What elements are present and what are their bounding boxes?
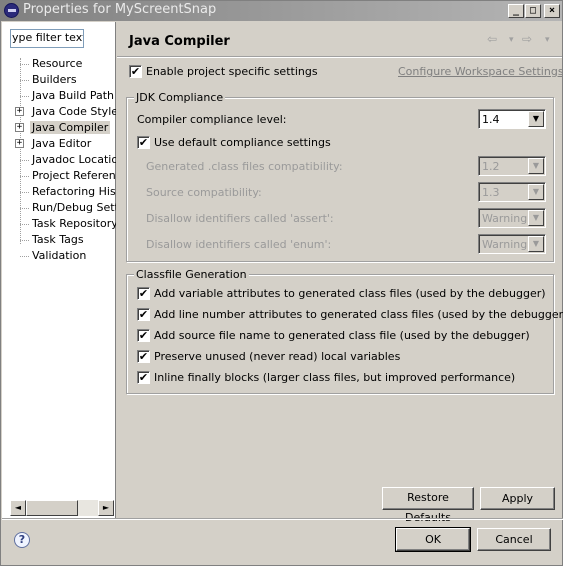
tree-item-label: Run/Debug Settings bbox=[32, 201, 116, 214]
forward-arrow-icon[interactable]: ⇨ bbox=[522, 32, 532, 46]
tree-item-task-tags[interactable]: Task Tags bbox=[2, 232, 116, 248]
class-compat-label: Generated .class files compatibility: bbox=[146, 160, 343, 173]
tree-item-builders[interactable]: Builders bbox=[2, 72, 116, 88]
close-button[interactable]: × bbox=[544, 4, 560, 18]
tree-item-label: Javadoc Location bbox=[32, 153, 116, 166]
configure-workspace-link[interactable]: Configure Workspace Settings... bbox=[398, 65, 563, 78]
scroll-thumb[interactable] bbox=[26, 500, 78, 516]
ok-button[interactable]: OK bbox=[395, 527, 471, 552]
tree-item-java-build-path[interactable]: Java Build Path bbox=[2, 88, 116, 104]
class-compat-value: 1.2 bbox=[482, 160, 500, 173]
tree-item-label: Java Compiler bbox=[30, 121, 111, 134]
scroll-right-icon[interactable]: ► bbox=[98, 500, 114, 516]
enum-identifier-value: Warning bbox=[482, 238, 528, 251]
variable-attributes-label: Add variable attributes to generated cla… bbox=[154, 287, 546, 300]
restore-defaults-button[interactable]: Restore Defaults bbox=[382, 487, 474, 524]
inline-finally-label: Inline finally blocks (larger class file… bbox=[154, 371, 516, 384]
tree-item-java-compiler[interactable]: + Java Compiler bbox=[2, 120, 116, 136]
tree-horizontal-scrollbar[interactable]: ◄ ► bbox=[10, 500, 114, 516]
source-compat-select: 1.3 ▼ bbox=[478, 182, 546, 202]
preserve-unused-label: Preserve unused (never read) local varia… bbox=[154, 350, 401, 363]
title-bar[interactable]: Properties for MyScreentSnap _ □ × bbox=[1, 1, 562, 21]
filter-input[interactable]: ype filter text bbox=[10, 29, 84, 48]
assert-identifier-select: Warning ▼ bbox=[478, 208, 546, 228]
tree-item-project-references[interactable]: Project References bbox=[2, 168, 116, 184]
tree-item-refactoring-history[interactable]: Refactoring History bbox=[2, 184, 116, 200]
source-file-name-label: Add source file name to generated class … bbox=[154, 329, 530, 342]
java-compiler-page: Java Compiler ⇦ ▾ ⇨ ▾ ✔ Enable project s… bbox=[117, 22, 563, 524]
enable-specific-checkbox[interactable]: ✔ bbox=[129, 65, 142, 78]
expand-icon[interactable]: + bbox=[15, 139, 24, 148]
scroll-left-icon[interactable]: ◄ bbox=[10, 500, 26, 516]
enable-specific-label: Enable project specific settings bbox=[146, 65, 318, 78]
tree-item-validation[interactable]: Validation bbox=[2, 248, 116, 264]
assert-identifier-label: Disallow identifiers called 'assert': bbox=[146, 212, 334, 225]
tree-item-resource[interactable]: Resource bbox=[2, 56, 116, 72]
tree-item-label: Java Build Path bbox=[32, 89, 115, 102]
tree-item-label: Refactoring History bbox=[32, 185, 116, 198]
dropdown-arrow-icon[interactable]: ▼ bbox=[528, 111, 544, 127]
tree-item-java-editor[interactable]: + Java Editor bbox=[2, 136, 116, 152]
help-icon[interactable]: ? bbox=[14, 532, 30, 548]
page-title: Java Compiler bbox=[129, 34, 230, 49]
compliance-level-label: Compiler compliance level: bbox=[137, 113, 287, 126]
line-number-attributes-checkbox[interactable]: ✔ bbox=[137, 308, 150, 321]
dropdown-arrow-icon: ▼ bbox=[528, 184, 544, 200]
classfile-generation-title: Classfile Generation bbox=[134, 268, 249, 281]
enum-identifier-select: Warning ▼ bbox=[478, 234, 546, 254]
preference-tree-panel: ype filter text Resource Builders Java B… bbox=[2, 22, 116, 518]
expand-icon[interactable]: + bbox=[15, 123, 24, 132]
footer-separator bbox=[2, 518, 563, 520]
enum-identifier-label: Disallow identifiers called 'enum': bbox=[146, 238, 332, 251]
dropdown-arrow-icon: ▼ bbox=[528, 158, 544, 174]
tree-item-label: Resource bbox=[32, 57, 83, 70]
variable-attributes-checkbox[interactable]: ✔ bbox=[137, 287, 150, 300]
dropdown-arrow-icon: ▼ bbox=[528, 210, 544, 226]
forward-menu-icon[interactable]: ▾ bbox=[545, 35, 550, 45]
tree-item-label: Task Tags bbox=[32, 233, 84, 246]
maximize-button[interactable]: □ bbox=[525, 4, 541, 18]
assert-identifier-value: Warning bbox=[482, 212, 528, 225]
class-compat-select: 1.2 ▼ bbox=[478, 156, 546, 176]
apply-button[interactable]: Apply bbox=[480, 487, 555, 510]
header-separator bbox=[117, 56, 562, 58]
use-default-compliance-label: Use default compliance settings bbox=[154, 136, 331, 149]
tree-item-javadoc-location[interactable]: Javadoc Location bbox=[2, 152, 116, 168]
window-title: Properties for MyScreentSnap bbox=[23, 2, 217, 17]
properties-dialog: Properties for MyScreentSnap _ □ × ype f… bbox=[0, 0, 563, 566]
eclipse-app-icon bbox=[4, 3, 19, 18]
cancel-button[interactable]: Cancel bbox=[477, 528, 551, 551]
expand-icon[interactable]: + bbox=[15, 107, 24, 116]
back-menu-icon[interactable]: ▾ bbox=[509, 35, 514, 45]
back-arrow-icon[interactable]: ⇦ bbox=[487, 32, 497, 46]
tree-item-label: Builders bbox=[32, 73, 77, 86]
tree-item-label: Project References bbox=[32, 169, 116, 182]
source-compat-label: Source compatibility: bbox=[146, 186, 262, 199]
source-file-name-checkbox[interactable]: ✔ bbox=[137, 329, 150, 342]
tree-item-label: Java Editor bbox=[32, 137, 92, 150]
tree-item-label: Java Code Style bbox=[32, 105, 116, 118]
inline-finally-checkbox[interactable]: ✔ bbox=[137, 371, 150, 384]
use-default-compliance-checkbox[interactable]: ✔ bbox=[137, 136, 150, 149]
tree-item-task-repository[interactable]: Task Repository bbox=[2, 216, 116, 232]
tree-item-java-code-style[interactable]: + Java Code Style bbox=[2, 104, 116, 120]
line-number-attributes-label: Add line number attributes to generated … bbox=[154, 308, 563, 321]
compliance-level-value: 1.4 bbox=[482, 113, 500, 126]
tree-item-label: Task Repository bbox=[32, 217, 116, 230]
preserve-unused-checkbox[interactable]: ✔ bbox=[137, 350, 150, 363]
source-compat-value: 1.3 bbox=[482, 186, 500, 199]
tree-item-run-debug-settings[interactable]: Run/Debug Settings bbox=[2, 200, 116, 216]
compliance-level-select[interactable]: 1.4 ▼ bbox=[478, 109, 546, 129]
dropdown-arrow-icon: ▼ bbox=[528, 236, 544, 252]
tree-item-label: Validation bbox=[32, 249, 87, 262]
jdk-compliance-title: JDK Compliance bbox=[134, 91, 226, 104]
minimize-button[interactable]: _ bbox=[508, 4, 524, 18]
